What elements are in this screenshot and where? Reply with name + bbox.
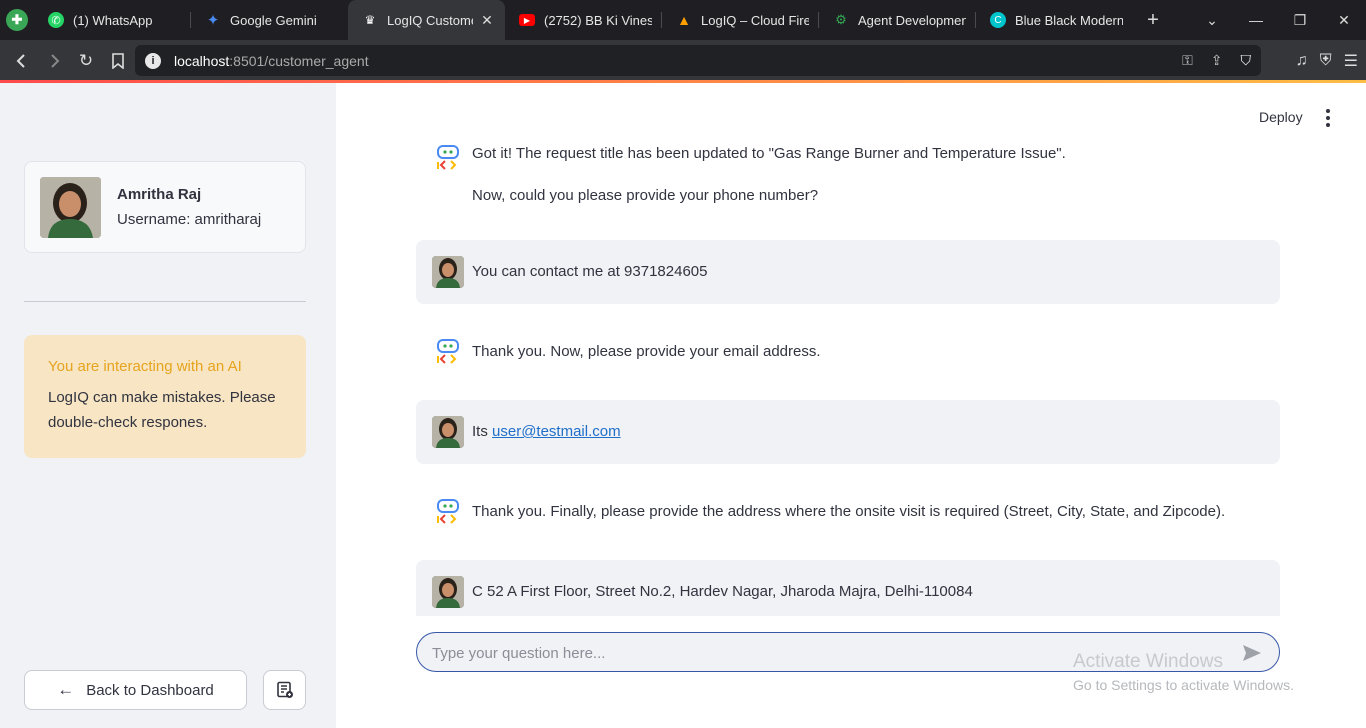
window-close-icon[interactable]: ✕: [1322, 0, 1366, 40]
avatar: [40, 177, 101, 238]
watermark-subtitle: Go to Settings to activate Windows.: [1073, 677, 1294, 693]
user-avatar: [432, 576, 464, 608]
crown-icon: ♛: [364, 13, 376, 27]
assistant-message: Thank you. Finally, please provide the a…: [416, 496, 1280, 528]
youtube-icon: ▶: [519, 14, 535, 26]
message-text: Its user@testmail.com: [472, 422, 621, 442]
back-button-label: Back to Dashboard: [86, 681, 214, 699]
user-avatar: [432, 416, 464, 448]
tab-title: (1) WhatsApp: [73, 12, 153, 28]
message-prefix: Its: [472, 423, 493, 440]
user-message: C 52 A First Floor, Street No.2, Hardev …: [416, 560, 1280, 616]
message-text: Now, could you please provide your phone…: [472, 187, 819, 204]
tab-youtube[interactable]: ▶ (2752) BB Ki Vines-: [505, 0, 662, 40]
assistant-message: Thank you. Now, please provide your emai…: [416, 336, 1280, 368]
whatsapp-icon: ✆: [48, 12, 64, 28]
warning-title: You are interacting with an AI: [48, 358, 242, 375]
watermark-title: Activate Windows: [1073, 651, 1223, 672]
user-message: You can contact me at 9371824605: [416, 240, 1280, 304]
user-avatar: [432, 256, 464, 288]
message-text: Got it! The request title has been updat…: [472, 145, 1066, 162]
message-text: You can contact me at 9371824605: [472, 263, 708, 280]
browser-tab-bar: ✚ ✆ (1) WhatsApp ✦ Google Gemini ♛ LogIQ…: [0, 0, 1366, 40]
bot-avatar-icon: [432, 496, 464, 528]
tab-title: LogIQ Custome: [387, 12, 473, 28]
main-menu-icon[interactable]: [1318, 108, 1338, 128]
request-list-icon: [276, 681, 293, 698]
tab-google-gemini[interactable]: ✦ Google Gemini: [191, 0, 348, 40]
tab-search-icon[interactable]: ⌄: [1190, 0, 1234, 40]
url-host: localhost: [174, 52, 230, 69]
site-info-icon[interactable]: i: [145, 52, 161, 69]
share-icon[interactable]: ⇪: [1211, 52, 1223, 69]
bot-avatar-icon: [432, 142, 464, 174]
back-to-dashboard-button[interactable]: ← Back to Dashboard: [24, 670, 247, 710]
warning-body: LogIQ can make mistakes. Please double-c…: [48, 389, 276, 431]
tab-title: Google Gemini: [230, 12, 317, 28]
divider: [24, 301, 306, 302]
tab-title: Blue Black Modern I: [1015, 12, 1123, 28]
minimize-icon[interactable]: —: [1234, 0, 1278, 40]
menu-icon[interactable]: ☰: [1344, 51, 1358, 71]
tab-title: LogIQ – Cloud Firest: [701, 12, 809, 28]
user-message: Its user@testmail.com: [416, 400, 1280, 464]
tab-canva[interactable]: C Blue Black Modern I: [976, 0, 1133, 40]
media-icon[interactable]: ♫: [1296, 52, 1308, 70]
send-icon[interactable]: [1241, 642, 1263, 664]
profile-username: Username: amritharaj: [117, 211, 262, 228]
tab-logiq-customer[interactable]: ♛ LogIQ Custome ✕: [348, 0, 505, 40]
message-text: Thank you. Finally, please provide the a…: [472, 503, 1226, 520]
assistant-message: Got it! The request title has been updat…: [416, 141, 1280, 217]
message-text: C 52 A First Floor, Street No.2, Hardev …: [472, 583, 973, 600]
new-tab-icon[interactable]: +: [1133, 0, 1173, 40]
brave-shield-icon[interactable]: ⛉: [1241, 52, 1252, 69]
request-list-button[interactable]: [263, 670, 306, 710]
tab-title: Agent Development: [858, 12, 966, 28]
tab-firebase[interactable]: ▲ LogIQ – Cloud Firest: [662, 0, 819, 40]
gemini-icon: ✦: [206, 12, 220, 29]
reload-icon[interactable]: ↻: [71, 46, 101, 76]
close-tab-icon[interactable]: ✕: [479, 12, 495, 29]
browser-profile-icon[interactable]: ✚: [0, 0, 34, 40]
forward-icon[interactable]: [39, 46, 69, 76]
restore-icon[interactable]: ❐: [1278, 0, 1322, 40]
deploy-button[interactable]: Deploy: [1259, 109, 1303, 125]
message-text: Thank you. Now, please provide your emai…: [472, 343, 821, 360]
profile-name: Amritha Raj: [117, 186, 202, 203]
profile-card: Amritha Raj Username: amritharaj: [24, 161, 306, 253]
email-link[interactable]: user@testmail.com: [492, 423, 621, 440]
ai-warning-box: You are interacting with an AI LogIQ can…: [24, 335, 306, 458]
arrow-left-icon: ←: [57, 680, 75, 699]
tab-agent-development[interactable]: ⚙ Agent Development: [819, 0, 976, 40]
window-controls: ⌄ — ❐ ✕: [1190, 0, 1366, 40]
bookmark-icon[interactable]: [103, 46, 133, 76]
tab-title: (2752) BB Ki Vines-: [544, 12, 652, 28]
key-icon[interactable]: ⚿: [1182, 52, 1193, 69]
tab-whatsapp[interactable]: ✆ (1) WhatsApp: [34, 0, 191, 40]
bot-avatar-icon: [432, 336, 464, 368]
vpn-icon[interactable]: ⛨: [1320, 52, 1332, 70]
adk-icon: ⚙: [835, 12, 847, 27]
firebase-icon: ▲: [677, 12, 691, 28]
url-path: :8501/customer_agent: [229, 52, 369, 69]
browser-toolbar: ↻ i localhost:8501/customer_agent ⚿ ⇪ ⛉ …: [0, 40, 1366, 81]
sidebar: Amritha Raj Username: amritharaj You are…: [0, 83, 336, 728]
canva-icon: C: [990, 12, 1006, 28]
address-bar[interactable]: i localhost:8501/customer_agent ⚿ ⇪ ⛉: [135, 45, 1261, 76]
back-icon[interactable]: [7, 46, 37, 76]
